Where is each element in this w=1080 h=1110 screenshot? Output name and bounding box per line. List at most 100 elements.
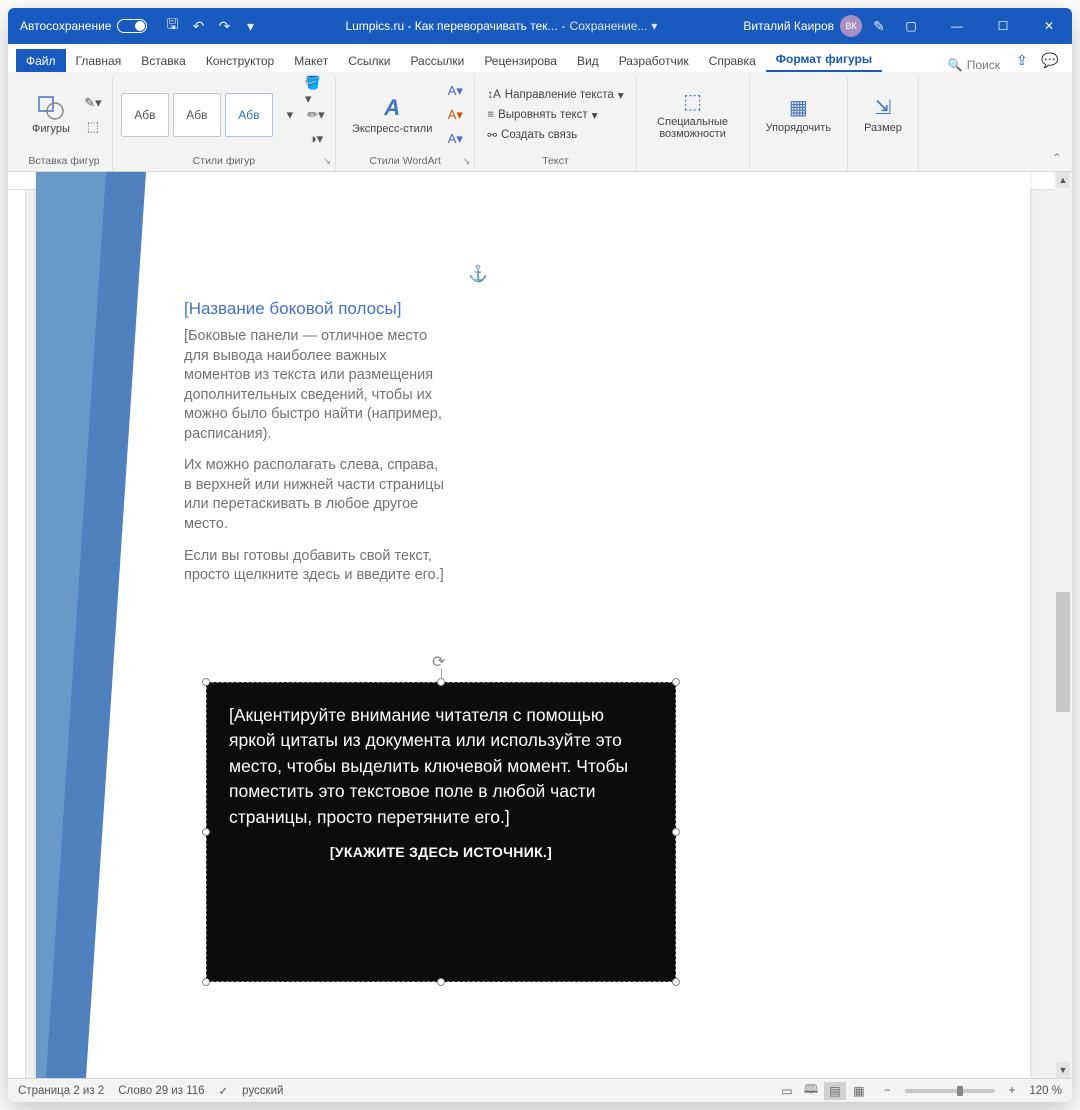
edit-shape-icon[interactable]: ✎▾ [82, 92, 104, 114]
page[interactable]: ⚓ [Название боковой полосы] [Боковые пан… [36, 172, 1030, 1078]
shapes-icon [37, 95, 65, 121]
text-direction-button[interactable]: ↕AНаправление текста ▾ [483, 86, 627, 104]
focus-mode-icon[interactable]: ▭ [776, 1082, 798, 1100]
arrange-button[interactable]: ▦ Упорядочить [758, 91, 839, 138]
tab-insert[interactable]: Вставка [131, 49, 196, 72]
undo-icon[interactable]: ↶ [189, 17, 207, 35]
align-text-button[interactable]: ≡Выровнять текст ▾ [483, 106, 601, 124]
web-layout-icon[interactable]: ▦ [848, 1082, 870, 1100]
scroll-thumb[interactable] [1056, 592, 1070, 712]
group-label-shapes: Вставка фигур [28, 153, 99, 171]
zoom-in-icon[interactable]: + [1009, 1085, 1016, 1097]
text-effects-icon[interactable]: A▾ [444, 128, 466, 150]
text-fill-icon[interactable]: A▾ [444, 80, 466, 102]
quick-access-toolbar: 🖫 ↶ ↷ ▾ [155, 17, 267, 35]
ruler-vertical[interactable] [8, 190, 26, 1078]
handle-e[interactable] [672, 828, 680, 836]
sidebar-accent-shape [36, 172, 146, 1078]
handle-w[interactable] [202, 828, 210, 836]
group-insert-shapes: Фигуры ✎▾ ⬚ Вставка фигур [16, 76, 113, 171]
styles-more-icon[interactable]: ▾ [279, 104, 301, 126]
save-icon[interactable]: 🖫 [163, 17, 181, 35]
sidebar-title: [Название боковой полосы] [184, 298, 444, 321]
title-center: Lumpics.ru - Как переворачивать тек... -… [267, 19, 735, 33]
text-direction-icon: ↕A [487, 89, 500, 101]
handle-n[interactable] [437, 678, 445, 686]
maximize-button[interactable]: ☐ [980, 8, 1026, 44]
titlebar: Автосохранение 🖫 ↶ ↷ ▾ Lumpics.ru - Как … [8, 8, 1072, 44]
tab-home[interactable]: Главная [66, 49, 132, 72]
ribbon-display-icon[interactable]: ▢ [888, 8, 934, 44]
shape-fill-icon[interactable]: 🪣▾ [305, 80, 327, 102]
word-count[interactable]: Слово 29 из 116 [118, 1085, 204, 1097]
style-thumb-2[interactable]: Абв [173, 93, 221, 137]
size-button[interactable]: ⇲ Размер [856, 91, 910, 138]
wordart-styles-button[interactable]: A Экспресс-стили [344, 91, 440, 139]
alt-text-button[interactable]: ⬚ Специальные возможности [645, 85, 741, 144]
tab-developer[interactable]: Разработчик [609, 49, 699, 72]
autosave-toggle[interactable] [117, 19, 147, 33]
page-status[interactable]: Страница 2 из 2 [18, 1085, 104, 1097]
spellcheck-icon[interactable]: ✓ [219, 1084, 229, 1098]
redo-icon[interactable]: ↷ [215, 17, 233, 35]
style-thumb-1[interactable]: Абв [121, 93, 169, 137]
sidebar-textblock[interactable]: [Название боковой полосы] [Боковые панел… [184, 298, 444, 598]
zoom-out-icon[interactable]: − [884, 1085, 891, 1097]
coming-soon-icon[interactable]: ✎ [870, 17, 888, 35]
group-wordart: A Экспресс-стили A▾ A▾ A▾ Стили WordArt … [336, 76, 475, 171]
handle-ne[interactable] [672, 678, 680, 686]
tab-shape-format[interactable]: Формат фигуры [766, 47, 882, 72]
avatar[interactable]: ВК [840, 15, 862, 37]
size-icon: ⇲ [875, 95, 892, 120]
share-button[interactable]: ⇪ [1010, 48, 1034, 72]
tab-layout[interactable]: Макет [284, 49, 338, 72]
close-button[interactable]: ✕ [1026, 8, 1072, 44]
handle-nw[interactable] [202, 678, 210, 686]
quote-source: [УКАЖИТЕ ЗДЕСЬ ИСТОЧНИК.] [229, 842, 653, 862]
tab-references[interactable]: Ссылки [338, 49, 400, 72]
scrollbar-vertical[interactable]: ▲ ▼ [1054, 172, 1072, 1078]
sidebar-p3: Если вы готовы добавить свой текст, прос… [184, 547, 444, 586]
create-link-button[interactable]: ⚯Создать связь [483, 126, 581, 144]
zoom-slider[interactable] [905, 1089, 995, 1093]
shape-outline-icon[interactable]: ✏▾ [305, 104, 327, 126]
language-status[interactable]: русский [242, 1085, 283, 1097]
selected-textbox-container[interactable]: ⟳ [Акцентируйте внимание читателя с помо… [206, 682, 676, 982]
shape-effects-icon[interactable]: ◑▾ [305, 128, 327, 150]
qat-more-icon[interactable]: ▾ [241, 17, 259, 35]
handle-s[interactable] [437, 978, 445, 986]
collapse-ribbon-icon[interactable]: ⌃ [1052, 151, 1062, 165]
group-label-wordart: Стили WordArt [369, 153, 440, 171]
print-layout-icon[interactable]: ▤ [824, 1082, 846, 1100]
scroll-up-icon[interactable]: ▲ [1056, 172, 1070, 188]
tab-file[interactable]: Файл [16, 49, 66, 72]
quote-textbox[interactable]: [Акцентируйте внимание читателя с помощь… [206, 682, 676, 982]
style-thumb-3[interactable]: Абв [225, 93, 273, 137]
minimize-button[interactable]: — [934, 8, 980, 44]
ribbon-tabs: Файл Главная Вставка Конструктор Макет С… [8, 44, 1072, 72]
search-box[interactable]: 🔍 Поиск [940, 58, 1008, 72]
autosave-label: Автосохранение [20, 19, 111, 33]
group-label-styles: Стили фигур [193, 153, 255, 171]
read-mode-icon[interactable]: 🕮 [800, 1082, 822, 1100]
text-box-icon[interactable]: ⬚ [82, 116, 104, 138]
text-outline-icon[interactable]: A▾ [444, 104, 466, 126]
search-icon: 🔍 [948, 58, 963, 72]
styles-launcher-icon[interactable]: ↘ [323, 156, 331, 167]
tab-view[interactable]: Вид [567, 49, 609, 72]
handle-se[interactable] [672, 978, 680, 986]
wordart-launcher-icon[interactable]: ↘ [463, 156, 471, 167]
handle-sw[interactable] [202, 978, 210, 986]
shapes-button[interactable]: Фигуры [24, 91, 78, 139]
tab-mailings[interactable]: Рассылки [400, 49, 474, 72]
user-section[interactable]: Виталий Каиров ВК [735, 15, 870, 37]
zoom-level[interactable]: 120 % [1029, 1085, 1062, 1097]
scroll-down-icon[interactable]: ▼ [1056, 1062, 1070, 1078]
tab-review[interactable]: Рецензирова [474, 49, 567, 72]
tab-help[interactable]: Справка [699, 49, 766, 72]
comments-button[interactable]: 💬 [1038, 48, 1062, 72]
tab-design[interactable]: Конструктор [196, 49, 284, 72]
group-text: ↕AНаправление текста ▾ ≡Выровнять текст … [475, 76, 636, 171]
group-arrange: ▦ Упорядочить [750, 76, 848, 171]
link-icon: ⚯ [487, 128, 497, 142]
